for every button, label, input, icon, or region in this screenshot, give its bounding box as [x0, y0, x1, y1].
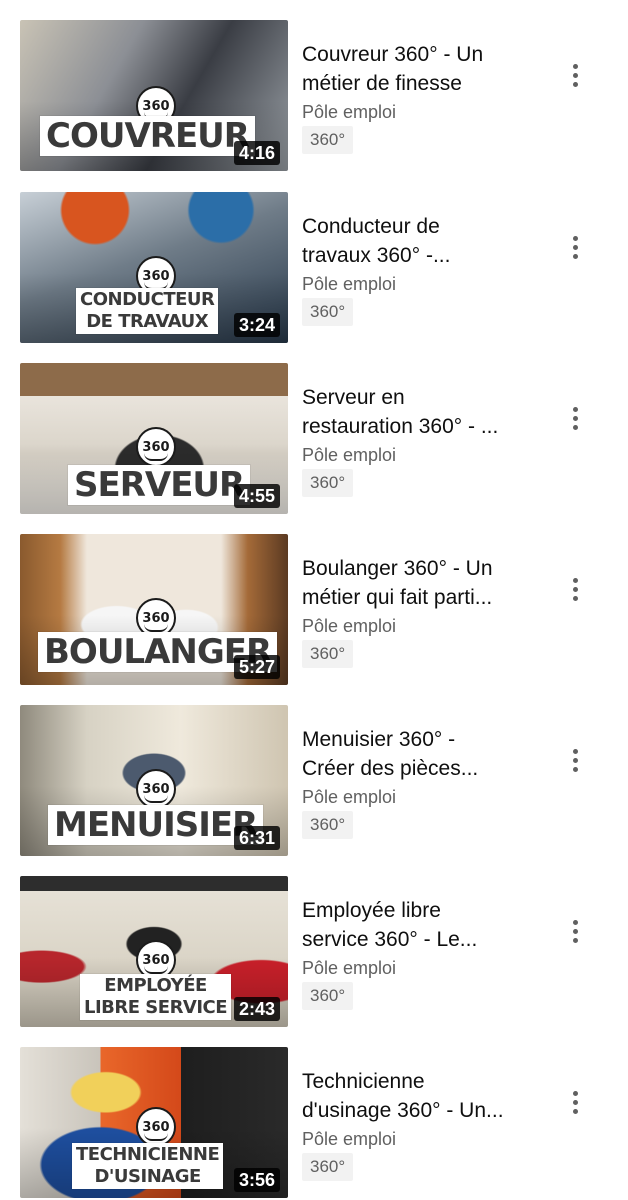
thumbnail-label-line: DE TRAVAUX — [86, 311, 209, 332]
thumbnail-label: MENUISIER — [48, 805, 264, 845]
thumbnail-label: SERVEUR — [68, 465, 251, 505]
thumbnail-label-line: EMPLOYÉE — [104, 975, 207, 996]
video-title-line: travaux 360° -... — [302, 244, 451, 267]
video-title[interactable]: Conducteur de travaux 360° -... — [302, 212, 542, 270]
video-title-line: Serveur en — [302, 386, 405, 409]
thumbnail-label-line: D'USINAGE — [94, 1166, 201, 1187]
video-title-line: Boulanger 360° - Un — [302, 557, 493, 580]
video-thumbnail[interactable]: 360 SERVEUR 4:55 — [20, 363, 288, 514]
video-item[interactable]: 360 BOULANGER 5:27 Boulanger 360° - Un m… — [0, 534, 628, 686]
video-duration: 6:31 — [233, 826, 280, 850]
video-duration: 4:16 — [233, 141, 280, 165]
video-duration: 3:56 — [233, 1168, 280, 1192]
video-title[interactable]: Menuisier 360° - Créer des pièces... — [302, 725, 542, 783]
video-thumbnail[interactable]: 360 TECHNICIENNE D'USINAGE 3:56 — [20, 1047, 288, 1198]
channel-name[interactable]: Pôle emploi — [302, 785, 396, 809]
video-thumbnail[interactable]: 360 COUVREUR 4:16 — [20, 20, 288, 171]
video-tag: 360° — [302, 469, 354, 497]
video-title-line: restauration 360° - ... — [302, 415, 499, 438]
video-thumbnail[interactable]: 360 CONDUCTEUR DE TRAVAUX 3:24 — [20, 192, 288, 343]
video-title[interactable]: Serveur en restauration 360° - ... — [302, 383, 542, 441]
more-options-icon[interactable] — [560, 230, 590, 264]
video-title[interactable]: Couvreur 360° - Un métier de finesse — [302, 40, 542, 98]
badge-360-icon: 360 — [136, 427, 176, 467]
thumbnail-label: COUVREUR — [40, 116, 255, 156]
video-title[interactable]: Employée libre service 360° - Le... — [302, 896, 542, 954]
thumbnail-label-line: SERVEUR — [74, 465, 245, 505]
thumbnail-label: TECHNICIENNE D'USINAGE — [72, 1143, 224, 1189]
video-title-line: métier qui fait parti... — [302, 586, 493, 609]
thumbnail-label-line: COUVREUR — [46, 116, 250, 156]
video-item[interactable]: 360 EMPLOYÉE LIBRE SERVICE 2:43 Employée… — [0, 876, 628, 1028]
thumbnail-label-line: MENUISIER — [54, 805, 258, 845]
more-options-icon[interactable] — [560, 401, 590, 435]
thumbnail-label-line: LIBRE SERVICE — [84, 997, 228, 1018]
badge-360-icon: 360 — [136, 1107, 176, 1147]
video-title-line: Technicienne — [302, 1070, 425, 1093]
channel-name[interactable]: Pôle emploi — [302, 272, 396, 296]
video-tag: 360° — [302, 298, 354, 326]
video-tag: 360° — [302, 982, 354, 1010]
video-tag: 360° — [302, 811, 354, 839]
video-title[interactable]: Boulanger 360° - Un métier qui fait part… — [302, 554, 542, 612]
video-title-line: Employée libre — [302, 899, 441, 922]
video-title-line: d'usinage 360° - Un... — [302, 1099, 504, 1122]
video-title-line: Conducteur de — [302, 215, 440, 238]
video-tag: 360° — [302, 126, 354, 154]
more-options-icon[interactable] — [560, 1085, 590, 1119]
more-options-icon[interactable] — [560, 743, 590, 777]
video-item[interactable]: 360 COUVREUR 4:16 Couvreur 360° - Un mét… — [0, 20, 628, 172]
badge-360-icon: 360 — [136, 769, 176, 809]
video-item[interactable]: 360 CONDUCTEUR DE TRAVAUX 3:24 Conducteu… — [0, 192, 628, 344]
video-duration: 4:55 — [233, 484, 280, 508]
channel-name[interactable]: Pôle emploi — [302, 443, 396, 467]
thumbnail-label-line: CONDUCTEUR — [80, 289, 215, 310]
video-duration: 5:27 — [233, 655, 280, 679]
more-options-icon[interactable] — [560, 572, 590, 606]
thumbnail-label: EMPLOYÉE LIBRE SERVICE — [80, 974, 232, 1020]
video-title-line: Créer des pièces... — [302, 757, 479, 780]
channel-name[interactable]: Pôle emploi — [302, 956, 396, 980]
channel-name[interactable]: Pôle emploi — [302, 614, 396, 638]
video-title[interactable]: Technicienne d'usinage 360° - Un... — [302, 1067, 542, 1125]
video-duration: 2:43 — [233, 997, 280, 1021]
thumbnail-label: CONDUCTEUR DE TRAVAUX — [76, 288, 219, 334]
video-title-line: Menuisier 360° - — [302, 728, 456, 751]
video-tag: 360° — [302, 640, 354, 668]
thumbnail-label-line: TECHNICIENNE — [76, 1144, 220, 1165]
video-tag: 360° — [302, 1153, 354, 1181]
video-thumbnail[interactable]: 360 EMPLOYÉE LIBRE SERVICE 2:43 — [20, 876, 288, 1027]
video-item[interactable]: 360 SERVEUR 4:55 Serveur en restauration… — [0, 363, 628, 515]
video-item[interactable]: 360 TECHNICIENNE D'USINAGE 3:56 Technici… — [0, 1047, 628, 1199]
video-title-line: métier de finesse — [302, 72, 462, 95]
video-title-line: Couvreur 360° - Un — [302, 43, 484, 66]
video-item[interactable]: 360 MENUISIER 6:31 Menuisier 360° - Crée… — [0, 705, 628, 857]
channel-name[interactable]: Pôle emploi — [302, 1127, 396, 1151]
video-duration: 3:24 — [233, 313, 280, 337]
video-thumbnail[interactable]: 360 BOULANGER 5:27 — [20, 534, 288, 685]
more-options-icon[interactable] — [560, 914, 590, 948]
channel-name[interactable]: Pôle emploi — [302, 100, 396, 124]
more-options-icon[interactable] — [560, 58, 590, 92]
video-thumbnail[interactable]: 360 MENUISIER 6:31 — [20, 705, 288, 856]
video-title-line: service 360° - Le... — [302, 928, 478, 951]
